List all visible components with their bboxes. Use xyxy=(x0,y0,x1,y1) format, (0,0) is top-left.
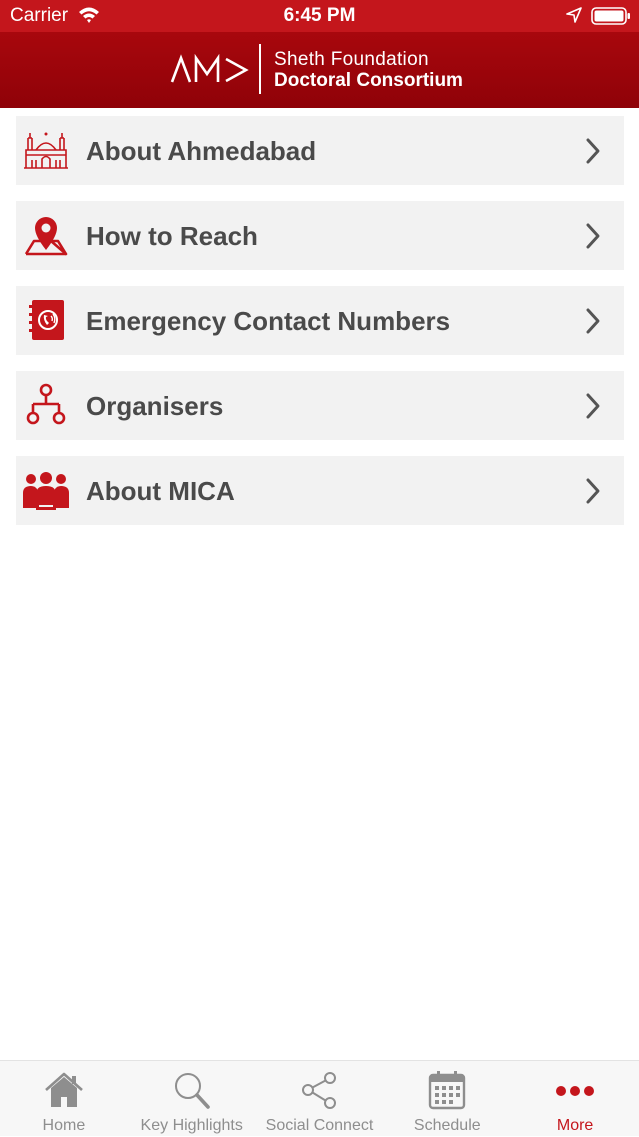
header-title-line2: Doctoral Consortium xyxy=(274,70,463,91)
org-chart-icon xyxy=(26,383,66,425)
location-arrow-icon xyxy=(566,7,582,23)
menu-item-how-to-reach[interactable]: How to Reach xyxy=(16,201,624,270)
menu-item-label: About MICA xyxy=(86,476,235,506)
chevron-right-icon xyxy=(586,393,600,419)
phone-book-icon xyxy=(29,300,64,340)
menu-item-label: Organisers xyxy=(86,391,224,421)
header-title-line1: Sheth Foundation xyxy=(274,49,429,70)
tab-home[interactable]: Home xyxy=(0,1061,128,1137)
menu-item-label: About Ahmedabad xyxy=(86,136,317,166)
menu-item-label: How to Reach xyxy=(86,221,258,251)
tab-more[interactable]: More xyxy=(511,1061,639,1137)
menu-item-emergency-contacts[interactable]: Emergency Contact Numbers xyxy=(16,286,624,355)
tab-label: Social Connect xyxy=(265,1117,374,1134)
map-pin-icon xyxy=(24,217,68,256)
magnifier-icon xyxy=(174,1073,210,1109)
share-icon xyxy=(302,1072,337,1109)
chevron-right-icon xyxy=(586,308,600,334)
tab-schedule[interactable]: Schedule xyxy=(383,1061,511,1137)
battery-icon xyxy=(591,7,630,25)
more-menu-list: About Ahmedabad How to Reach Emergency C xyxy=(16,116,624,541)
tab-label: Schedule xyxy=(413,1117,481,1134)
chevron-right-icon xyxy=(586,478,600,504)
home-icon xyxy=(45,1072,83,1107)
more-dots-icon xyxy=(556,1086,595,1096)
tab-label: Key Highlights xyxy=(140,1117,243,1134)
tab-bar: Home Key Highlights Social Connect Sched… xyxy=(0,1060,639,1136)
tab-label: More xyxy=(556,1117,594,1134)
clock: 6:45 PM xyxy=(283,5,356,26)
app-header: Sheth Foundation Doctoral Consortium xyxy=(0,32,639,108)
chevron-right-icon xyxy=(586,138,600,164)
chevron-right-icon xyxy=(586,223,600,249)
tab-label: Home xyxy=(42,1117,86,1134)
group-icon xyxy=(23,472,69,510)
menu-item-organisers[interactable]: Organisers xyxy=(16,371,624,440)
amp-logo xyxy=(170,54,249,83)
tab-key-highlights[interactable]: Key Highlights xyxy=(128,1061,256,1137)
menu-item-about-ahmedabad[interactable]: About Ahmedabad xyxy=(16,116,624,185)
calendar-icon xyxy=(429,1071,466,1110)
header-divider xyxy=(259,44,261,94)
tab-social-connect[interactable]: Social Connect xyxy=(256,1061,384,1137)
menu-item-about-mica[interactable]: About MICA xyxy=(16,456,624,525)
menu-item-label: Emergency Contact Numbers xyxy=(86,306,451,336)
status-bar: Carrier 6:45 PM xyxy=(0,0,639,32)
mosque-icon xyxy=(24,132,68,169)
